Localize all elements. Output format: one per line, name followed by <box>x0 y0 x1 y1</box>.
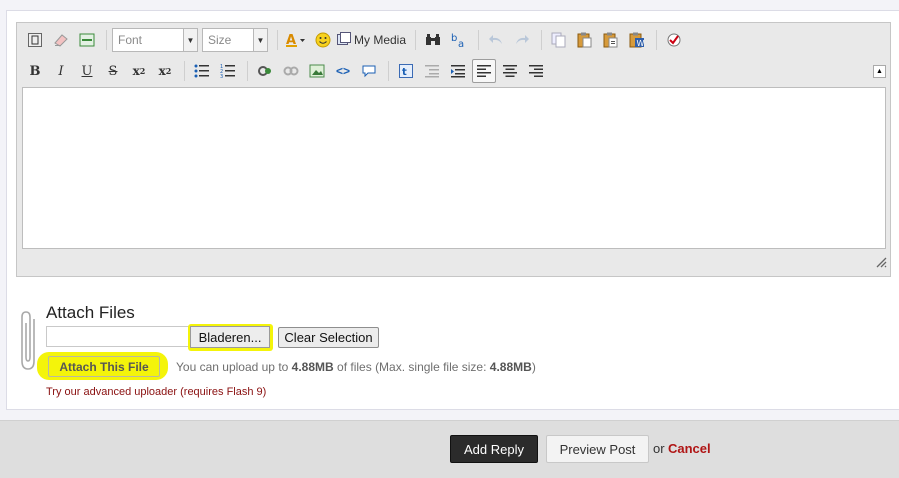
smiley-icon[interactable] <box>311 28 335 52</box>
paste-word-icon[interactable]: W <box>625 28 649 52</box>
italic-icon[interactable]: I <box>49 59 73 83</box>
twitter-icon[interactable]: t <box>394 59 418 83</box>
paste-icon[interactable] <box>573 28 597 52</box>
horizontal-rule-icon[interactable] <box>75 28 99 52</box>
undo-icon[interactable] <box>484 28 508 52</box>
add-reply-button[interactable]: Add Reply <box>450 435 538 463</box>
svg-text:b: b <box>451 33 457 44</box>
indent-icon[interactable] <box>446 59 470 83</box>
text-color-icon[interactable]: A <box>283 28 309 52</box>
svg-text:W: W <box>637 39 645 48</box>
subscript-icon[interactable]: x2 <box>127 59 151 83</box>
upload-suffix-text: ) <box>531 360 536 374</box>
paste-text-icon[interactable] <box>599 28 623 52</box>
toolbar-separator <box>184 61 185 81</box>
align-right-icon[interactable] <box>524 59 548 83</box>
editor-text-area[interactable] <box>22 87 886 249</box>
svg-text:a: a <box>458 39 464 48</box>
chevron-down-icon: ▼ <box>183 29 197 51</box>
toolbar-separator <box>478 30 480 50</box>
superscript-icon[interactable]: x2 <box>153 59 177 83</box>
bullet-list-icon[interactable] <box>190 59 214 83</box>
chevron-down-icon: ▼ <box>253 29 267 51</box>
my-media-label: My Media <box>354 33 407 47</box>
media-icon <box>337 31 351 49</box>
attach-files-title: Attach Files <box>46 303 135 322</box>
file-path-input[interactable] <box>46 326 189 347</box>
source-icon[interactable] <box>23 28 47 52</box>
my-media-button[interactable]: My Media <box>337 31 407 49</box>
bold-icon[interactable]: B <box>23 59 47 83</box>
resize-grip-icon[interactable] <box>875 255 887 273</box>
svg-text:t: t <box>402 67 407 78</box>
image-icon[interactable] <box>305 59 329 83</box>
numbered-list-icon[interactable]: 123 <box>216 59 240 83</box>
clear-selection-button[interactable]: Clear Selection <box>278 327 379 348</box>
font-dropdown[interactable]: Font ▼ <box>112 28 198 52</box>
toolbar-separator <box>656 30 658 50</box>
collapse-toolbar-icon[interactable]: ▲ <box>873 65 886 78</box>
outdent-icon[interactable] <box>420 59 444 83</box>
svg-text:3: 3 <box>220 74 223 78</box>
upload-middle-text: of files (Max. single file size: <box>337 360 487 374</box>
size-dropdown-value: Size <box>208 33 232 47</box>
single-file-limit-value: 4.88MB <box>489 360 532 374</box>
eraser-icon[interactable] <box>49 28 73 52</box>
cancel-link[interactable]: Cancel <box>668 441 711 456</box>
font-dropdown-value: Font <box>118 33 143 47</box>
browse-button[interactable]: Bladeren... <box>190 326 270 348</box>
advanced-uploader-link[interactable]: Try our advanced uploader (requires Flas… <box>46 386 266 398</box>
binoculars-icon[interactable] <box>421 28 445 52</box>
or-text: or <box>653 441 665 456</box>
toolbar-separator <box>541 30 543 50</box>
rich-text-editor: Font ▼ Size ▼ A My Media ba W B I U S x … <box>16 22 891 277</box>
upload-prefix-text: You can upload up to <box>176 360 289 374</box>
quote-icon[interactable] <box>357 59 381 83</box>
underline-icon[interactable]: U <box>75 59 99 83</box>
align-left-icon[interactable] <box>472 59 496 83</box>
strikethrough-icon[interactable]: S <box>101 59 125 83</box>
link-icon[interactable] <box>253 59 277 83</box>
toolbar-separator <box>415 30 417 50</box>
toolbar-row-2: B I U S x2 x2 123 <> t <box>23 57 550 85</box>
preview-post-button[interactable]: Preview Post <box>546 435 649 463</box>
redo-icon[interactable] <box>510 28 534 52</box>
spellcheck-icon[interactable] <box>662 28 686 52</box>
toolbar-separator <box>247 61 248 81</box>
attach-this-file-button[interactable]: Attach This File <box>48 356 160 377</box>
toolbar-separator <box>277 30 278 50</box>
copy-icon[interactable] <box>547 28 571 52</box>
align-center-icon[interactable] <box>498 59 522 83</box>
toolbar-separator <box>106 30 107 50</box>
unlink-icon[interactable] <box>279 59 303 83</box>
toolbar-separator <box>388 61 389 81</box>
size-dropdown[interactable]: Size ▼ <box>202 28 268 52</box>
replace-icon[interactable]: ba <box>447 28 471 52</box>
upload-limit-value: 4.88MB <box>291 360 334 374</box>
code-icon[interactable]: <> <box>331 59 355 83</box>
toolbar-row-1: Font ▼ Size ▼ A My Media ba W <box>23 26 688 54</box>
upload-limit-info: You can upload up to 4.88MB of files (Ma… <box>176 360 536 374</box>
